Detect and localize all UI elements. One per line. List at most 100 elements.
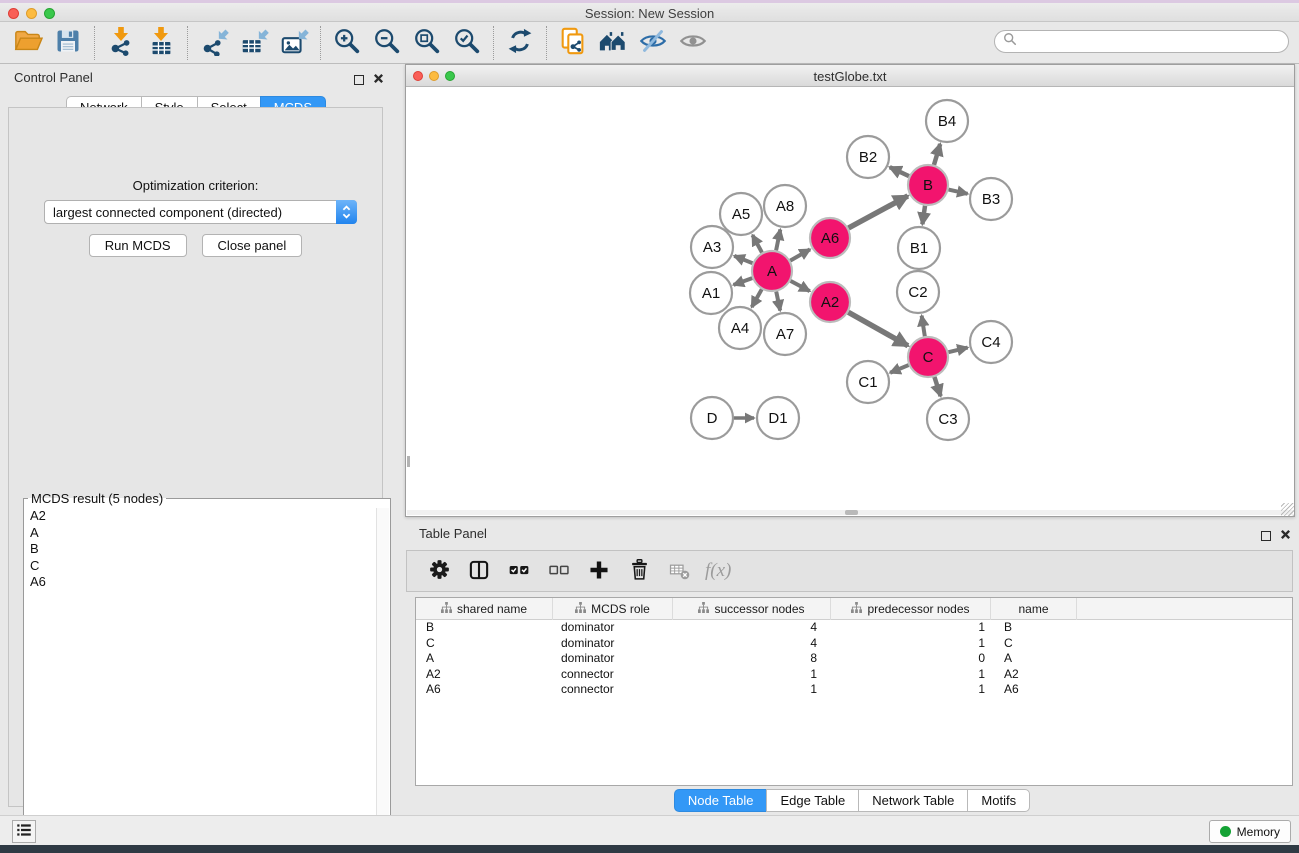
search-box[interactable]	[994, 30, 1289, 53]
zoom-fit-button[interactable]	[407, 25, 447, 61]
close-panel-button[interactable]: Close panel	[202, 234, 303, 257]
graph-node-B2[interactable]: B2	[847, 136, 889, 178]
show-hidden-button[interactable]	[673, 25, 713, 61]
open-file-button[interactable]	[8, 25, 48, 61]
network-canvas[interactable]: A5 A8 A3A1A4A7 A A6 A2 B2 B4 B B3 B1C2 C4 C C1 C3 D D1	[407, 87, 1293, 511]
zoom-selected-button[interactable]	[447, 25, 487, 61]
table-row[interactable]: Bdominator41B	[416, 620, 1292, 636]
table-row[interactable]: Adominator80A	[416, 651, 1292, 667]
mcds-result-list[interactable]: A2ABCA6	[25, 508, 376, 839]
graph-node-A4[interactable]: A4	[719, 307, 761, 349]
tab-node-table[interactable]: Node Table	[674, 789, 767, 812]
graph-node-D[interactable]: D	[691, 397, 733, 439]
column-header-name[interactable]: name	[991, 598, 1077, 620]
table-settings-button[interactable]	[421, 554, 457, 588]
memory-button[interactable]: Memory	[1209, 820, 1291, 843]
search-input[interactable]	[1017, 33, 1288, 51]
criterion-select[interactable]: largest connected component (directed)	[44, 200, 357, 224]
graph-node-C4[interactable]: C4	[970, 321, 1012, 363]
task-history-button[interactable]	[12, 820, 36, 843]
graph-edge-A-A3	[734, 256, 752, 263]
delete-column-button[interactable]	[621, 554, 657, 588]
deselect-all-button[interactable]	[541, 554, 577, 588]
optimization-criterion-label: Optimization criterion:	[9, 178, 382, 193]
apply-layout-button[interactable]	[500, 25, 540, 61]
graph-node-C2[interactable]: C2	[897, 271, 939, 313]
tab-network-table[interactable]: Network Table	[858, 789, 967, 812]
tab-edge-table[interactable]: Edge Table	[766, 789, 858, 812]
graph-node-A6[interactable]: A6	[810, 218, 850, 258]
column-type-icon	[851, 602, 862, 616]
graph-node-A[interactable]: A	[752, 251, 792, 291]
result-scrollbar[interactable]	[376, 508, 389, 839]
delete-table-button[interactable]	[661, 554, 697, 588]
table-cell: 1	[673, 682, 831, 698]
graph-node-A5[interactable]: A5	[720, 193, 762, 235]
export-network-button[interactable]	[194, 25, 234, 61]
graph-node-B[interactable]: B	[908, 165, 948, 205]
toolbar-separator	[320, 26, 321, 60]
mcds-result-item[interactable]: C	[25, 558, 376, 575]
run-mcds-button[interactable]: Run MCDS	[89, 234, 187, 257]
table-tabs: Node TableEdge TableNetwork TableMotifs	[405, 789, 1299, 812]
horizontal-scroll-thumb[interactable]	[845, 510, 858, 515]
mcds-panel: Optimization criterion: largest connecte…	[8, 107, 383, 807]
create-column-button[interactable]	[581, 554, 617, 588]
vertical-scroll-thumb[interactable]	[407, 456, 410, 467]
graph-node-B3[interactable]: B3	[970, 178, 1012, 220]
table-row[interactable]: A2connector11A2	[416, 667, 1292, 683]
svg-text:A5: A5	[732, 206, 750, 223]
table-row[interactable]: A6connector11A6	[416, 682, 1292, 698]
graph-node-C[interactable]: C	[908, 337, 948, 377]
criterion-value: largest connected component (directed)	[45, 205, 336, 220]
clone-network-button[interactable]	[553, 25, 593, 61]
svg-text:B4: B4	[938, 113, 956, 130]
mcds-result-item[interactable]: B	[25, 541, 376, 558]
graph-node-A8[interactable]: A8	[764, 185, 806, 227]
mcds-result-item[interactable]: A	[25, 525, 376, 542]
network-window-titlebar[interactable]: testGlobe.txt	[406, 65, 1294, 87]
graph-edge-A-A6	[790, 249, 810, 260]
zoom-in-button[interactable]	[327, 25, 367, 61]
graph-node-A7[interactable]: A7	[764, 313, 806, 355]
column-header-mcds-role[interactable]: MCDS role	[553, 598, 673, 620]
column-header-label: MCDS role	[591, 602, 650, 616]
graph-node-A3[interactable]: A3	[691, 226, 733, 268]
mcds-result-item[interactable]: A2	[25, 508, 376, 525]
graph-node-A2[interactable]: A2	[810, 282, 850, 322]
table-toolbar: f(x)	[406, 550, 1293, 592]
zoom-out-button[interactable]	[367, 25, 407, 61]
select-stepper-icon	[336, 200, 357, 224]
resize-handle[interactable]	[1281, 503, 1294, 516]
export-image-button[interactable]	[274, 25, 314, 61]
network-view-window: testGlobe.txt A5 A8 A3A1A4A7 A A6 A2 B2 B4 B B3 B1…	[405, 64, 1295, 517]
close-panel-icon[interactable]	[373, 71, 384, 89]
function-builder-button[interactable]: f(x)	[701, 560, 731, 582]
graph-node-C3[interactable]: C3	[927, 398, 969, 440]
float-table-panel-icon[interactable]	[1261, 531, 1271, 541]
save-session-button[interactable]	[48, 25, 88, 61]
mcds-result-item[interactable]: A6	[25, 574, 376, 591]
horizontal-scrollbar[interactable]	[407, 510, 1293, 515]
home-button[interactable]	[593, 25, 633, 61]
export-table-button[interactable]	[234, 25, 274, 61]
import-network-button[interactable]	[101, 25, 141, 61]
graph-node-D1[interactable]: D1	[757, 397, 799, 439]
table-row[interactable]: Cdominator41C	[416, 636, 1292, 652]
graph-node-C1[interactable]: C1	[847, 361, 889, 403]
show-columns-button[interactable]	[461, 554, 497, 588]
import-table-button[interactable]	[141, 25, 181, 61]
column-header-shared-name[interactable]: shared name	[416, 598, 553, 620]
graph-node-B1[interactable]: B1	[898, 227, 940, 269]
select-all-button[interactable]	[501, 554, 537, 588]
hide-selected-button[interactable]	[633, 25, 673, 61]
float-panel-icon[interactable]	[354, 75, 364, 85]
deselect-all-icon	[546, 557, 572, 586]
window-titlebar[interactable]: Session: New Session	[0, 3, 1299, 22]
graph-node-A1[interactable]: A1	[690, 272, 732, 314]
column-header-successor-nodes[interactable]: successor nodes	[673, 598, 831, 620]
graph-node-B4[interactable]: B4	[926, 100, 968, 142]
column-header-predecessor-nodes[interactable]: predecessor nodes	[831, 598, 991, 620]
close-table-panel-icon[interactable]	[1280, 527, 1291, 545]
tab-motifs[interactable]: Motifs	[967, 789, 1030, 812]
